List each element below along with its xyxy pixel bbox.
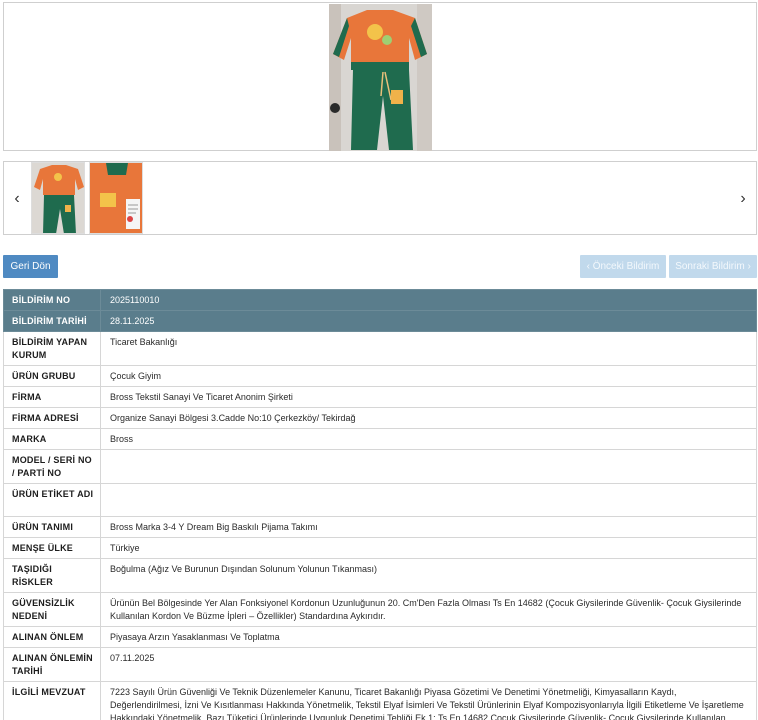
detail-label: FİRMA: [3, 386, 101, 408]
thumbnail-2[interactable]: [89, 162, 143, 234]
thumbnail-1[interactable]: [31, 162, 85, 234]
detail-label: BİLDİRİM TARİHİ: [3, 310, 101, 332]
detail-value: Organize Sanayi Bölgesi 3.Cadde No:10 Çe…: [100, 407, 757, 429]
detail-label: GÜVENSİZLİK NEDENİ: [3, 592, 101, 627]
detail-label: ÜRÜN GRUBU: [3, 365, 101, 387]
back-button[interactable]: Geri Dön: [3, 255, 58, 278]
detail-value: Boğulma (Ağız Ve Burunun Dışından Solunu…: [100, 558, 757, 593]
detail-value: Türkiye: [100, 537, 757, 559]
detail-row: FİRMA Bross Tekstil Sanayi Ve Ticaret Ano…: [3, 386, 757, 408]
notification-details-table: BİLDİRİM NO 2025110010 BİLDİRİM TARİHİ 28.1…: [3, 289, 757, 720]
detail-row: MARKA Bross: [3, 428, 757, 450]
detail-label: ÜRÜN ETİKET ADI: [3, 483, 101, 517]
detail-row: ÜRÜN TANIMI Bross Marka 3-4 Y Dream Big B…: [3, 516, 757, 538]
detail-label: FİRMA ADRESİ: [3, 407, 101, 429]
detail-value: Bross Tekstil Sanayi Ve Ticaret Anonim Ş…: [100, 386, 757, 408]
detail-row: ALINAN ÖNLEMİN TARİHİ 07.11.2025: [3, 647, 757, 682]
detail-label: BİLDİRİM NO: [3, 289, 101, 311]
detail-label: ALINAN ÖNLEM: [3, 626, 101, 648]
detail-label: MODEL / SERİ NO / PARTİ NO: [3, 449, 101, 484]
detail-row: BİLDİRİM YAPAN KURUM Ticaret Bakanlığı: [3, 331, 757, 366]
detail-row: ALINAN ÖNLEM Piyasaya Arzın Yasaklanması …: [3, 626, 757, 648]
carousel-next-arrow[interactable]: ›: [733, 188, 753, 210]
detail-row: ÜRÜN GRUBU Çocuk Giyim: [3, 365, 757, 387]
detail-value: Ticaret Bakanlığı: [100, 331, 757, 366]
detail-label: ALINAN ÖNLEMİN TARİHİ: [3, 647, 101, 682]
detail-value: Bross: [100, 428, 757, 450]
detail-label: İLGİLİ MEVZUAT: [3, 681, 101, 720]
detail-value: Piyasaya Arzın Yasaklanması Ve Toplatma: [100, 626, 757, 648]
detail-value: 07.11.2025: [100, 647, 757, 682]
next-notification-button[interactable]: Sonraki Bildirim ›: [669, 255, 757, 278]
detail-row: İLGİLİ MEVZUAT 7223 Sayılı Ürün Güvenliği…: [3, 681, 757, 720]
detail-label: TAŞIDIĞI RİSKLER: [3, 558, 101, 593]
detail-row: TAŞIDIĞI RİSKLER Boğulma (Ağız Ve Burunun…: [3, 558, 757, 593]
detail-label: MARKA: [3, 428, 101, 450]
detail-row: ÜRÜN ETİKET ADI: [3, 483, 757, 517]
detail-value: 28.11.2025: [100, 310, 757, 332]
detail-value: [100, 449, 757, 484]
previous-notification-button[interactable]: ‹ Önceki Bildirim: [580, 255, 666, 278]
detail-label: BİLDİRİM YAPAN KURUM: [3, 331, 101, 366]
detail-row: GÜVENSİZLİK NEDENİ Ürünün Bel Bölgesinde …: [3, 592, 757, 627]
thumbnail-carousel: ‹ ›: [3, 161, 757, 235]
detail-value: Çocuk Giyim: [100, 365, 757, 387]
detail-value: 7223 Sayılı Ürün Güvenliği Ve Teknik Düz…: [100, 681, 757, 720]
main-image-panel: [3, 2, 757, 151]
detail-label: ÜRÜN TANIMI: [3, 516, 101, 538]
carousel-prev-arrow[interactable]: ‹: [7, 188, 27, 210]
detail-value: 2025110010: [100, 289, 757, 311]
detail-label: MENŞE ÜLKE: [3, 537, 101, 559]
product-main-photo[interactable]: [329, 4, 432, 151]
detail-row: MENŞE ÜLKE Türkiye: [3, 537, 757, 559]
detail-value: Bross Marka 3-4 Y Dream Big Baskılı Pija…: [100, 516, 757, 538]
detail-value: Ürünün Bel Bölgesinde Yer Alan Fonksiyon…: [100, 592, 757, 627]
detail-row: FİRMA ADRESİ Organize Sanayi Bölgesi 3.Ca…: [3, 407, 757, 429]
detail-row: BİLDİRİM NO 2025110010: [3, 289, 757, 311]
detail-value: [100, 483, 757, 517]
detail-row: MODEL / SERİ NO / PARTİ NO: [3, 449, 757, 484]
detail-row: BİLDİRİM TARİHİ 28.11.2025: [3, 310, 757, 332]
